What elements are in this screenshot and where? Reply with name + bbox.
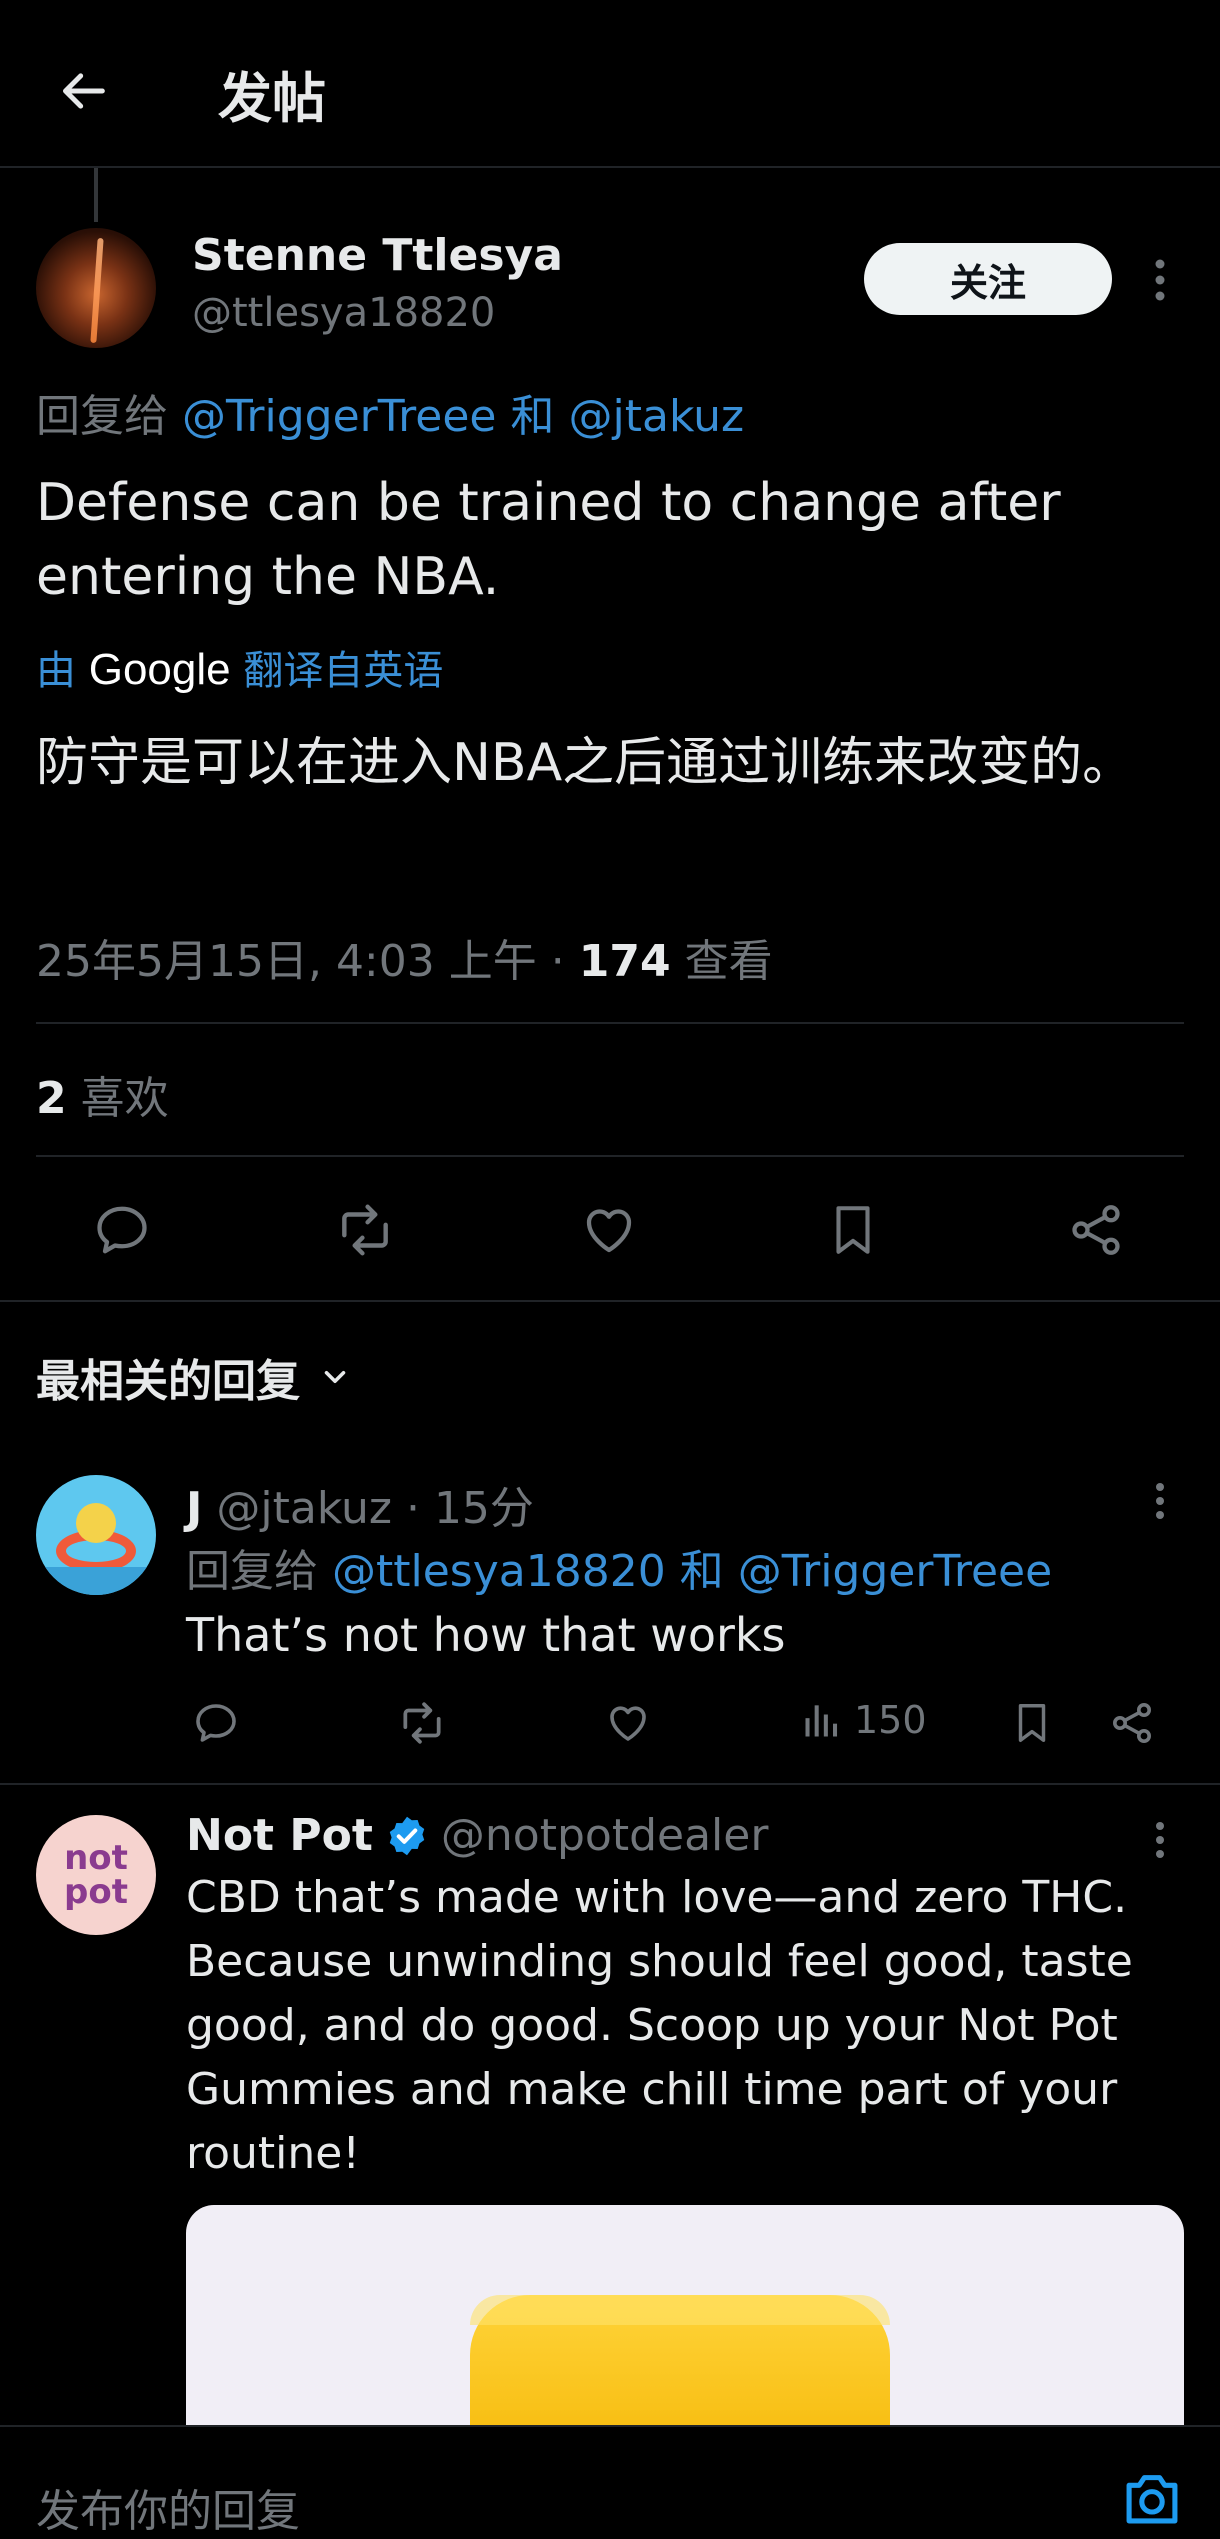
post-text: Defense can be trained to change after e…	[36, 473, 1061, 607]
likes-count: 2	[36, 1073, 67, 1124]
views-count: 174	[578, 936, 671, 987]
repost-button[interactable]	[325, 1195, 405, 1265]
reply-separator: ·	[405, 1483, 420, 1534]
translated-text: 防守是可以在进入NBA之后通过训练来改变的。	[36, 733, 1135, 793]
reply-and: 和	[510, 391, 555, 442]
replies-sort-label: 最相关的回复	[36, 1356, 300, 1407]
timestamp: 25年5月15日, 4:03 上午	[36, 936, 537, 987]
comment-icon	[97, 1206, 147, 1254]
reply-time: 15分	[433, 1483, 534, 1534]
ad-more-options-button[interactable]	[1140, 1815, 1180, 1865]
divider	[0, 1300, 1220, 1302]
divider	[0, 1783, 1220, 1785]
avatar-text: pot	[64, 1872, 128, 1912]
reply-and: 和	[679, 1546, 724, 1597]
mention-link[interactable]: @ttlesya18820	[332, 1546, 666, 1597]
reply-views-button[interactable]: 150	[800, 1698, 927, 1742]
avatar[interactable]	[36, 228, 156, 348]
reply-context: 回复给 @TriggerTreee 和 @jtakuz	[36, 380, 744, 444]
follow-button[interactable]: 关注	[864, 243, 1112, 315]
ad-author-name[interactable]: Not Pot	[186, 1810, 373, 1861]
follow-label: 关注	[949, 260, 1026, 305]
replies-sort-dropdown[interactable]: 最相关的回复	[36, 1345, 352, 1409]
share-icon	[1072, 1205, 1120, 1255]
ad-media-image[interactable]	[186, 2205, 1184, 2425]
avatar[interactable]	[36, 1475, 156, 1595]
avatar-text: not	[64, 1838, 128, 1878]
reply-like-button[interactable]	[598, 1695, 658, 1751]
mention-link[interactable]: @TriggerTreee	[182, 391, 497, 442]
reply-button[interactable]	[82, 1195, 162, 1265]
likes-stat[interactable]: 2 喜欢	[36, 1062, 169, 1126]
camera-icon	[1126, 2475, 1178, 2524]
reply-more-options-button[interactable]	[1140, 1476, 1180, 1526]
likes-label: 喜欢	[80, 1073, 169, 1124]
verified-badge-icon	[389, 1816, 425, 1855]
arrow-left-icon	[63, 73, 105, 109]
chevron-down-icon	[324, 1370, 346, 1384]
translation-attribution[interactable]: 由 Google 翻译自英语	[36, 638, 443, 696]
mention-link[interactable]: @jtakuz	[569, 391, 745, 442]
more-options-button[interactable]	[1140, 250, 1180, 310]
share-button[interactable]	[1056, 1195, 1136, 1265]
reply-prefix: 回复给	[36, 391, 168, 442]
post-meta: 25年5月15日, 4:03 上午 · 174 查看	[36, 925, 773, 989]
bookmark-button[interactable]	[813, 1195, 893, 1265]
reply-prefix: 回复给	[186, 1546, 318, 1597]
author-name[interactable]: Stenne Ttlesya	[192, 230, 563, 281]
ad-author-handle[interactable]: @notpotdealer	[441, 1810, 769, 1861]
repost-icon	[342, 1204, 388, 1256]
author-handle[interactable]: @ttlesya18820	[192, 290, 495, 336]
bookmark-icon	[836, 1206, 870, 1254]
heart-icon	[610, 1706, 646, 1741]
divider	[36, 1155, 1184, 1157]
comment-icon	[196, 1704, 236, 1742]
reply-text: That’s not how that works	[186, 1608, 786, 1662]
analytics-bars-icon	[805, 1705, 838, 1737]
meta-separator: ·	[550, 936, 565, 987]
heart-icon	[586, 1209, 632, 1253]
ad-header: Not Pot @notpotdealer	[186, 1810, 768, 1861]
mention-link[interactable]: @TriggerTreee	[738, 1546, 1053, 1597]
avatar[interactable]: not pot	[36, 1815, 156, 1935]
reply-author-handle[interactable]: @jtakuz	[216, 1483, 392, 1534]
share-icon	[1113, 1703, 1151, 1743]
page-title: 发帖	[218, 67, 326, 130]
reply-context: 回复给 @ttlesya18820 和 @TriggerTreee	[186, 1535, 1052, 1599]
reply-header: J @jtakuz · 15分	[186, 1472, 534, 1536]
more-vertical-icon	[1155, 259, 1165, 301]
bookmark-icon	[1018, 1704, 1046, 1742]
reply-reply-button[interactable]	[186, 1695, 246, 1751]
like-button[interactable]	[569, 1195, 649, 1265]
thread-connector	[94, 168, 98, 222]
reply-bookmark-button[interactable]	[1002, 1695, 1062, 1751]
translate-suffix: 翻译自英语	[243, 648, 444, 694]
reply-input[interactable]: 发布你的回复	[36, 2475, 300, 2539]
reply-share-button[interactable]	[1102, 1695, 1162, 1751]
reply-views-count: 150	[854, 1698, 927, 1742]
views-label: 查看	[684, 936, 773, 987]
more-vertical-icon	[1156, 1483, 1164, 1519]
camera-button[interactable]	[1116, 2470, 1188, 2526]
header-divider	[0, 166, 1220, 168]
more-vertical-icon	[1156, 1822, 1164, 1858]
reply-author-name[interactable]: J	[186, 1483, 202, 1534]
google-logo: Google	[88, 645, 231, 694]
reply-repost-button[interactable]	[392, 1695, 452, 1751]
ad-text: CBD that’s made with love—and zero THC. …	[186, 1872, 1133, 2179]
back-button[interactable]	[50, 56, 120, 126]
divider	[36, 1022, 1184, 1024]
repost-icon	[403, 1702, 441, 1744]
translate-prefix: 由	[36, 648, 76, 694]
